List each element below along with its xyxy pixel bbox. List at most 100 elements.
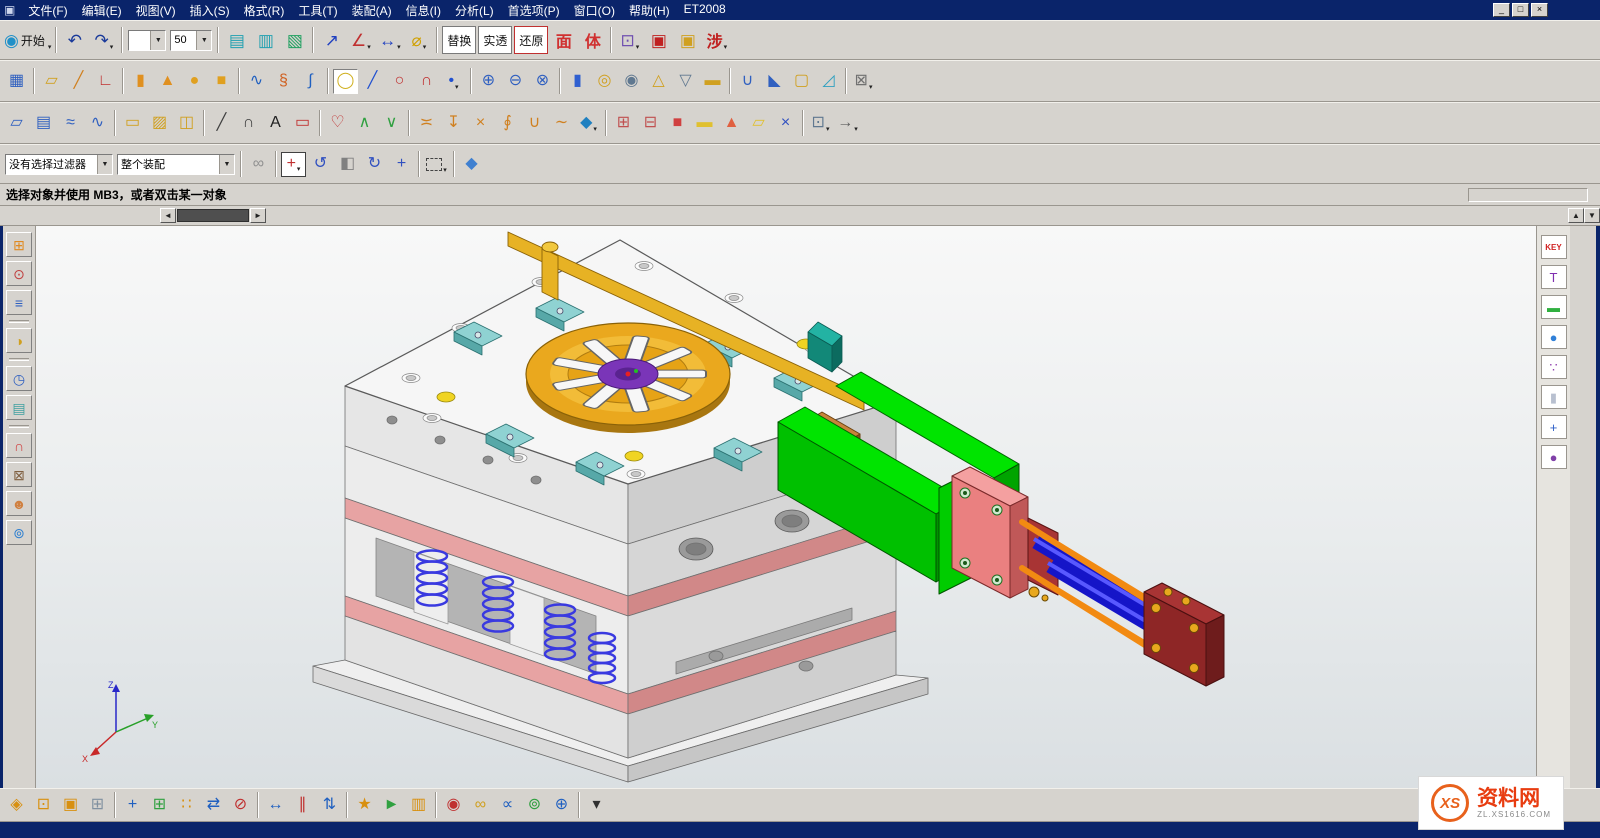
suppress-component-icon[interactable]: ⊘ bbox=[228, 793, 253, 818]
datum-plane-icon[interactable]: ▱ bbox=[39, 69, 64, 94]
ruled-surface-icon[interactable]: ▤ bbox=[31, 111, 56, 136]
cylinder-icon[interactable]: ▮ bbox=[128, 69, 153, 94]
profile-line-icon[interactable]: ╱ bbox=[209, 111, 234, 136]
datum-csys-icon[interactable]: ∟ bbox=[93, 69, 118, 94]
intersect-icon[interactable]: ⊗ bbox=[530, 69, 555, 94]
clipboard-icon[interactable]: ⊡▾ bbox=[808, 111, 833, 136]
hydraulic-cylinder[interactable] bbox=[952, 467, 1224, 686]
four-point-surface-icon[interactable]: ▱ bbox=[4, 111, 29, 136]
pattern-component-icon[interactable]: ∷ bbox=[174, 793, 199, 818]
find-component-icon[interactable]: ◈ bbox=[4, 793, 29, 818]
chain-link-icon[interactable]: ◯ bbox=[333, 69, 358, 94]
sketch-icon[interactable]: ▦ bbox=[4, 69, 29, 94]
gold-plane-icon[interactable]: ▱ bbox=[746, 111, 771, 136]
delete-face-icon[interactable]: ⊠▾ bbox=[851, 69, 876, 94]
relations-browser-icon[interactable]: ⊚ bbox=[522, 793, 547, 818]
bounded-plane-icon[interactable]: ▭ bbox=[120, 111, 145, 136]
start-button[interactable]: ◉开始▾ bbox=[4, 26, 51, 54]
body-button[interactable]: 体 bbox=[579, 26, 606, 54]
interpart-reference-icon[interactable]: ∝ bbox=[495, 793, 520, 818]
redo-icon[interactable]: ↷▾ bbox=[90, 26, 117, 54]
menu-preferences[interactable]: 首选项(P) bbox=[501, 2, 567, 19]
shaded-view-icon[interactable]: ◆ bbox=[459, 152, 484, 177]
reuse-library-icon[interactable]: ◑ bbox=[6, 328, 32, 353]
sphere-primitive-icon[interactable]: ● bbox=[182, 69, 207, 94]
vector-icon[interactable]: ↗ bbox=[318, 26, 345, 54]
mirror-assembly-icon[interactable]: ⇄ bbox=[201, 793, 226, 818]
rotate-view-icon[interactable]: ↻ bbox=[362, 152, 387, 177]
tube-part-icon[interactable]: ▮ bbox=[1541, 385, 1567, 409]
bridge-curve-icon[interactable]: ∪ bbox=[522, 111, 547, 136]
offset-surface-icon[interactable]: ▨ bbox=[147, 111, 172, 136]
rectangle-icon[interactable]: ▭ bbox=[290, 111, 315, 136]
translucent-button[interactable]: 实透 bbox=[478, 26, 512, 54]
text-icon[interactable]: A bbox=[263, 111, 288, 136]
snap-point-button[interactable]: +▾ bbox=[281, 152, 306, 177]
rectangle-select-icon[interactable]: ▾ bbox=[424, 152, 449, 177]
menu-format[interactable]: 格式(R) bbox=[237, 2, 292, 19]
part-navigator-icon[interactable]: ≡ bbox=[6, 290, 32, 315]
grapes-part-icon[interactable]: ∵ bbox=[1541, 355, 1567, 379]
wave-link-icon[interactable]: ∞ bbox=[468, 793, 493, 818]
layer-settings-icon[interactable]: ▤ bbox=[223, 26, 250, 54]
export-icon[interactable]: →▾ bbox=[835, 111, 860, 136]
subtract-icon[interactable]: ⊖ bbox=[503, 69, 528, 94]
red-solid-icon[interactable]: ▣ bbox=[645, 26, 672, 54]
menu-assemblies[interactable]: 装配(A) bbox=[345, 2, 399, 19]
process-studio-icon[interactable]: ▤ bbox=[6, 395, 32, 420]
interference-check-icon[interactable]: ◉ bbox=[441, 793, 466, 818]
key-shortcut-icon[interactable]: KEY bbox=[1541, 235, 1567, 259]
cross-part-icon[interactable]: + bbox=[1541, 415, 1567, 439]
menu-analysis[interactable]: 分析(L) bbox=[448, 2, 501, 19]
pan-view-icon[interactable]: + bbox=[389, 152, 414, 177]
join-curve-icon[interactable]: ∼ bbox=[549, 111, 574, 136]
component-properties-icon[interactable]: ▣ bbox=[58, 793, 83, 818]
fit-view-icon[interactable]: ◧ bbox=[335, 152, 360, 177]
selection-filter-dropdown[interactable]: 没有选择过滤器▼ bbox=[5, 154, 113, 175]
assembly-more-icon[interactable]: ▾ bbox=[584, 793, 609, 818]
roles-icon[interactable]: ☻ bbox=[6, 491, 32, 516]
gold-solid-icon[interactable]: ▣ bbox=[674, 26, 701, 54]
scroll-left-button[interactable]: ◄ bbox=[160, 208, 176, 223]
chamfer-icon[interactable]: ◣ bbox=[762, 69, 787, 94]
cad-model-canvas[interactable]: Z Y X bbox=[36, 226, 1536, 788]
project-curve-icon[interactable]: ↧ bbox=[441, 111, 466, 136]
sequence-icon[interactable]: ► bbox=[379, 793, 404, 818]
packaging-icon[interactable]: ⊞ bbox=[85, 793, 110, 818]
unite-icon[interactable]: ⊕ bbox=[476, 69, 501, 94]
intersection-curve-icon[interactable]: × bbox=[468, 111, 493, 136]
warning-triangle-icon[interactable]: ▲ bbox=[719, 111, 744, 136]
interference-button[interactable]: 涉▾ bbox=[703, 26, 730, 54]
assembly-constraints-icon[interactable]: ∥ bbox=[290, 793, 315, 818]
toolbox-icon[interactable]: ⊠ bbox=[6, 462, 32, 487]
line-icon[interactable]: ╱ bbox=[360, 69, 385, 94]
new-component-icon[interactable]: ⊞ bbox=[147, 793, 172, 818]
menu-information[interactable]: 信息(I) bbox=[399, 2, 448, 19]
blob-part-icon[interactable]: ● bbox=[1541, 445, 1567, 469]
interpart-link-icon[interactable]: ∞ bbox=[246, 152, 271, 177]
menu-et2008[interactable]: ET2008 bbox=[677, 2, 733, 19]
blend-drop-icon[interactable]: ◆▾ bbox=[576, 111, 601, 136]
pocket-icon[interactable]: ▽ bbox=[673, 69, 698, 94]
undo-icon[interactable]: ↶ bbox=[61, 26, 88, 54]
app-icon[interactable]: ▣ bbox=[4, 3, 15, 17]
scroll-up-button[interactable]: ▲ bbox=[1568, 208, 1584, 223]
mate-constraint-icon[interactable]: ⊞ bbox=[611, 111, 636, 136]
face-button[interactable]: 面 bbox=[550, 26, 577, 54]
capsule-part-icon[interactable]: ▬ bbox=[1541, 295, 1567, 319]
minimize-button[interactable]: _ bbox=[1493, 3, 1510, 17]
rotary-core-unit[interactable] bbox=[526, 323, 730, 433]
gold-sheet-icon[interactable]: ▬ bbox=[692, 111, 717, 136]
fit-curve-icon[interactable]: ∧ bbox=[352, 111, 377, 136]
scroll-right-button[interactable]: ► bbox=[250, 208, 266, 223]
assembly-navigator-icon[interactable]: ⊞ bbox=[6, 232, 32, 257]
line-style-dropdown[interactable]: ▼ bbox=[128, 30, 166, 51]
studio-spline-icon[interactable]: ♡ bbox=[325, 111, 350, 136]
open-component-icon[interactable]: ⊡ bbox=[31, 793, 56, 818]
scroll-down-button[interactable]: ▼ bbox=[1584, 208, 1600, 223]
work-layer-spinner[interactable]: 50▼ bbox=[170, 30, 212, 51]
close-button[interactable]: × bbox=[1531, 3, 1548, 17]
through-curves-icon[interactable]: ≈ bbox=[58, 111, 83, 136]
arrangements-icon[interactable]: ▥ bbox=[406, 793, 431, 818]
selection-scope-dropdown[interactable]: 整个装配▼ bbox=[117, 154, 235, 175]
